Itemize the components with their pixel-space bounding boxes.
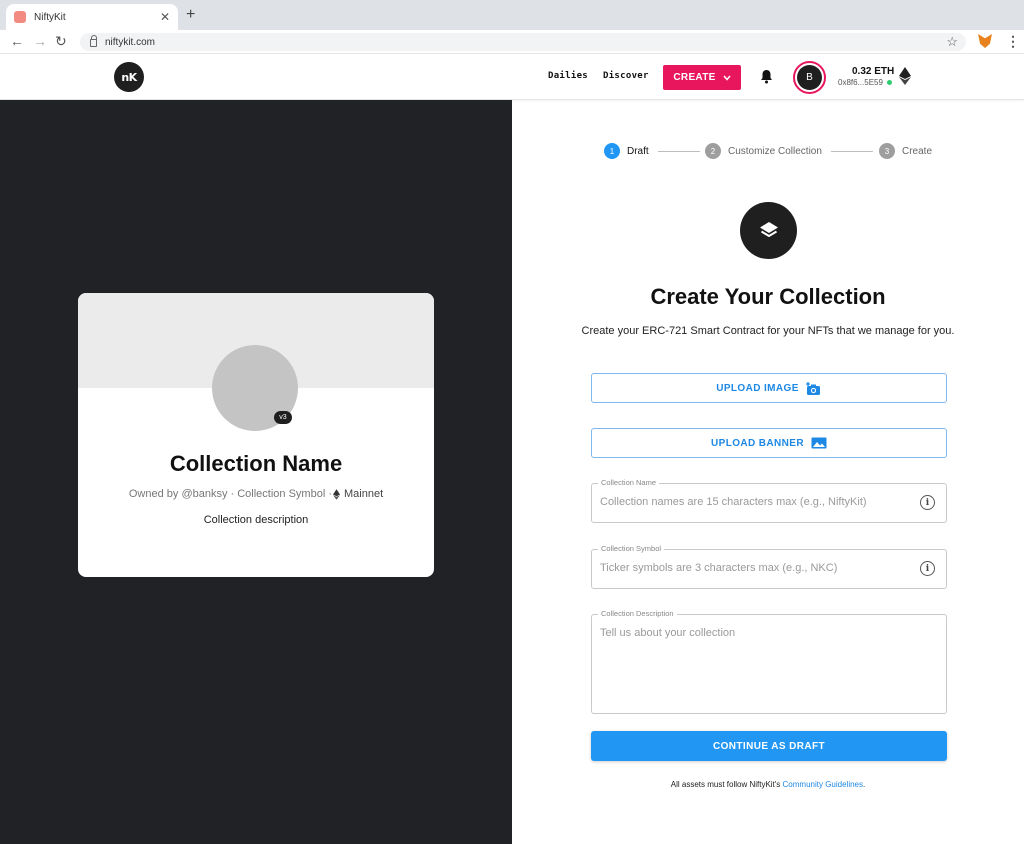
app-header: nK Dailies Discover xyxy=(0,54,1024,100)
step-draft: 1 Draft xyxy=(604,143,649,159)
step-connector xyxy=(658,151,700,152)
upload-banner-button[interactable]: UPLOAD BANNER xyxy=(591,428,947,458)
info-icon[interactable]: i xyxy=(920,561,935,576)
step-connector xyxy=(831,151,873,152)
eth-balance: 0.32 ETH xyxy=(852,66,895,77)
avatar-initial: B xyxy=(797,65,822,90)
collection-symbol-input[interactable] xyxy=(600,562,910,574)
collection-name-input[interactable] xyxy=(600,496,910,508)
collection-preview-card: v3 Collection Name Owned by @banksy · Co… xyxy=(78,293,434,577)
guidelines-prefix: All assets must follow NiftyKit's xyxy=(670,780,783,789)
upload-banner-label: UPLOAD BANNER xyxy=(711,437,804,449)
upload-image-button[interactable]: UPLOAD IMAGE xyxy=(591,373,947,403)
preview-network: Mainnet xyxy=(332,488,383,500)
bookmark-star-icon[interactable]: ☆ xyxy=(946,34,958,50)
browser-tab[interactable]: NiftyKit ✕ xyxy=(6,4,178,30)
collection-symbol-label: Collection Symbol xyxy=(598,544,665,553)
collection-name-label: Collection Name xyxy=(598,478,660,487)
preview-meta: Owned by @banksy · Collection Symbol · M… xyxy=(78,488,434,500)
collection-description-input[interactable] xyxy=(600,627,936,711)
progress-stepper: 1 Draft 2 Customize Collection 3 Create xyxy=(604,143,934,159)
collection-name-field: Collection Name i xyxy=(591,478,947,523)
community-guidelines-link[interactable]: Community Guidelines xyxy=(783,780,863,789)
lock-icon xyxy=(90,35,97,47)
layers-icon xyxy=(740,202,797,259)
step-customize: 2 Customize Collection xyxy=(705,143,822,159)
info-icon[interactable]: i xyxy=(920,495,935,510)
preview-description: Collection description xyxy=(203,514,309,526)
nav-dailies[interactable]: Dailies xyxy=(548,71,588,81)
step-label: Draft xyxy=(627,145,649,157)
close-tab-icon[interactable]: ✕ xyxy=(160,10,170,24)
add-photo-icon xyxy=(805,381,820,395)
url-field[interactable]: niftykit.com ☆ xyxy=(80,33,966,51)
nav-discover[interactable]: Discover xyxy=(603,71,649,81)
address-bar: ← → ↻ niftykit.com ☆ xyxy=(0,30,1024,54)
ethereum-icon xyxy=(333,488,340,500)
guidelines-suffix: . xyxy=(863,780,866,789)
reload-icon[interactable]: ↻ xyxy=(55,33,67,50)
page-subtitle: Create your ERC-721 Smart Contract for y… xyxy=(581,325,955,337)
browser-tab-bar: NiftyKit ✕ + xyxy=(0,0,1024,30)
favicon-icon xyxy=(14,11,26,23)
forward-icon[interactable]: → xyxy=(33,33,47,49)
preview-panel: v3 Collection Name Owned by @banksy · Co… xyxy=(0,100,512,844)
preview-owner-text: Owned by @banksy · Collection Symbol · xyxy=(128,488,332,500)
niftykit-logo[interactable]: nK xyxy=(114,62,144,92)
collection-symbol-field: Collection Symbol i xyxy=(591,544,947,589)
user-avatar[interactable]: B xyxy=(793,61,826,94)
browser-menu-icon[interactable]: ⋮ xyxy=(1006,33,1020,50)
connected-status-dot xyxy=(886,80,892,85)
wallet-address[interactable]: 0x8f6...5E59 xyxy=(838,78,892,87)
image-icon xyxy=(811,437,827,449)
continue-as-draft-button[interactable]: CONTINUE AS DRAFT xyxy=(591,731,947,761)
ethereum-icon xyxy=(899,67,911,85)
create-dropdown-button[interactable]: CREATE xyxy=(663,65,741,90)
page-title: Create Your Collection xyxy=(650,284,886,309)
wallet-address-text: 0x8f6...5E59 xyxy=(838,78,883,87)
upload-image-label: UPLOAD IMAGE xyxy=(716,382,799,394)
collection-description-field: Collection Description xyxy=(591,609,947,714)
preview-collection-name: Collection Name xyxy=(169,451,343,476)
create-button-label: CREATE xyxy=(673,72,716,83)
new-tab-icon[interactable]: + xyxy=(186,6,195,24)
back-icon[interactable]: ← xyxy=(10,33,24,49)
url-text: niftykit.com xyxy=(105,36,156,48)
chevron-down-icon xyxy=(723,73,731,83)
step-number: 3 xyxy=(879,143,895,159)
step-number: 1 xyxy=(604,143,620,159)
preview-network-label: Mainnet xyxy=(344,488,384,500)
version-badge: v3 xyxy=(274,411,292,424)
step-number: 2 xyxy=(705,143,721,159)
step-create: 3 Create xyxy=(879,143,932,159)
step-label: Create xyxy=(902,145,933,157)
notification-bell-icon[interactable] xyxy=(760,69,773,84)
step-label: Customize Collection xyxy=(728,145,822,157)
tab-title: NiftyKit xyxy=(34,11,66,23)
collection-description-label: Collection Description xyxy=(598,609,677,618)
guidelines-note: All assets must follow NiftyKit's Commun… xyxy=(512,780,1024,789)
